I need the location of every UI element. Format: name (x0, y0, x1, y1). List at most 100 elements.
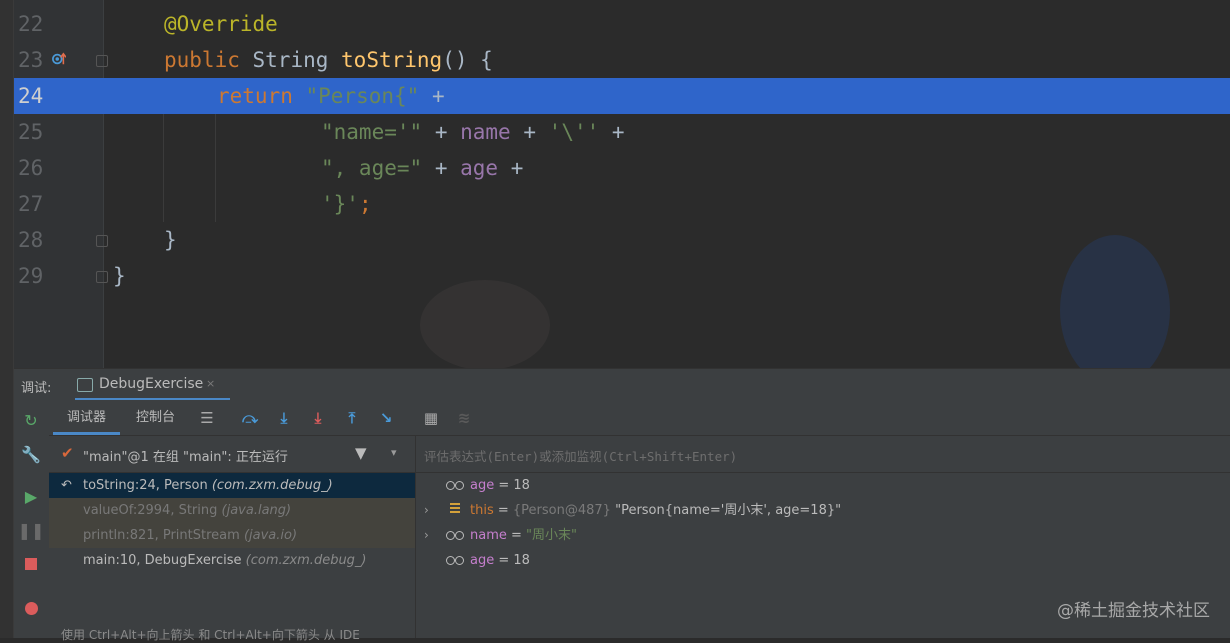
brace-token: } (113, 264, 126, 288)
variable-name: this (470, 503, 494, 518)
char-token: '}' (321, 192, 359, 216)
frames-panel: ✔ "main"@1 在组 "main": 正在运行 ▼ ▾ ↶ toStrin… (49, 436, 416, 642)
layout-menu-icon[interactable]: ☰ (197, 408, 217, 428)
fold-marker[interactable] (96, 271, 108, 283)
code-line-25[interactable]: 25 "name='" + name + '\'' + (0, 114, 1230, 150)
run-to-cursor-icon[interactable]: ↘ (376, 408, 396, 428)
frame-method: valueOf:2994, String (83, 503, 218, 518)
variable-name: age (470, 553, 495, 568)
stack-frame[interactable]: valueOf:2994, String (java.lang) (49, 498, 415, 523)
force-step-into-icon[interactable]: ⤓ (308, 408, 328, 428)
variable-value: 18 (513, 478, 530, 493)
string-token: "Person{" (305, 84, 420, 108)
equals-sign: = (494, 478, 514, 493)
method-name-token: toString (341, 48, 443, 72)
view-breakpoints-icon[interactable] (21, 598, 41, 618)
variable-row[interactable]: age = 18 (416, 473, 1230, 498)
chevron-down-icon[interactable]: ▾ (391, 446, 397, 459)
debug-side-toolbar: ↻ 🔧 ▶ ❚❚ (13, 400, 50, 638)
stack-frame[interactable]: ↶ toString:24, Person (com.zxm.debug_) (49, 473, 415, 498)
brace-token: } (164, 228, 177, 252)
stop-icon[interactable] (21, 554, 41, 574)
left-tool-strip (0, 0, 14, 638)
equals-sign: = (494, 553, 514, 568)
operator-token: + (510, 156, 524, 180)
frame-package: (com.zxm.debug_) (245, 553, 367, 568)
thread-selector[interactable]: ✔ "main"@1 在组 "main": 正在运行 ▼ ▾ (49, 436, 415, 473)
pause-icon[interactable]: ❚❚ (18, 520, 45, 540)
stack-frame[interactable]: println:821, PrintStream (java.io) (49, 523, 415, 548)
frames-hint-text: 使用 Ctrl+Alt+向上箭头 和 Ctrl+Alt+向下箭头 从 IDE (61, 628, 360, 642)
variable-name: name (470, 528, 507, 543)
tab-debugger[interactable]: 调试器 (53, 400, 121, 435)
code-line-23[interactable]: 23 public String toString() { (0, 42, 1230, 78)
frame-method: main:10, DebugExercise (83, 553, 242, 568)
step-into-icon[interactable]: ⤓ (274, 408, 294, 428)
close-icon[interactable]: × (206, 377, 215, 390)
punctuation-token: () { (442, 48, 493, 72)
expand-chevron-icon[interactable]: › (424, 498, 429, 523)
operator-token: + (431, 84, 445, 108)
field-token: name (460, 120, 511, 144)
run-config-icon (77, 378, 93, 392)
code-line-29[interactable]: 29 } (0, 258, 1230, 294)
code-line-22[interactable]: 22 @Override (0, 6, 1230, 42)
settings-wrench-icon[interactable]: 🔧 (21, 444, 41, 464)
watch-glasses-icon (446, 553, 464, 567)
variable-value: "周小末" (526, 528, 578, 543)
filter-icon[interactable]: ▼ (355, 444, 367, 462)
current-frame-icon: ↶ (61, 478, 72, 493)
field-token: age (460, 156, 499, 180)
variable-row[interactable]: › name = "周小末" (416, 523, 1230, 548)
step-over-icon[interactable]: ⤼ (240, 408, 260, 428)
frame-method: println:821, PrintStream (83, 528, 240, 543)
tab-console[interactable]: 控制台 (122, 400, 189, 435)
indent-guide (215, 114, 216, 222)
variable-name: age (470, 478, 495, 493)
type-token: String (252, 48, 329, 72)
line-number: 26 (18, 156, 44, 180)
fold-marker[interactable] (96, 55, 108, 67)
watermark: @稀土掘金技术社区 (1057, 601, 1210, 621)
code-line-26[interactable]: 26 ", age=" + age + (0, 150, 1230, 186)
step-out-icon[interactable]: ⤒ (342, 408, 362, 428)
evaluate-expression-icon[interactable]: ▦ (421, 408, 441, 428)
variable-value: "Person{name='周小末', age=18}" (610, 503, 842, 518)
annotation-token: @Override (164, 12, 278, 36)
debugger-toolbar: 调试器 控制台 ☰ ⤼ ⤓ ⤓ ⤒ ↘ ▦ ≋ (49, 400, 1230, 436)
variable-row[interactable]: age = 18 (416, 548, 1230, 573)
rerun-icon[interactable]: ↻ (21, 410, 41, 430)
line-number: 29 (18, 264, 44, 288)
code-editor[interactable]: 22 @Override 23 public String toString()… (0, 0, 1230, 368)
code-line-27[interactable]: 27 '}'; (0, 186, 1230, 222)
code-line-28[interactable]: 28 } (0, 222, 1230, 258)
line-number: 28 (18, 228, 44, 252)
operator-token: + (611, 120, 625, 144)
check-icon: ✔ (61, 444, 74, 462)
string-token: ", age=" (321, 156, 423, 180)
frame-method: toString:24, Person (83, 478, 208, 493)
variable-row[interactable]: › this = {Person@487} "Person{name='周小末'… (416, 498, 1230, 523)
operator-token: + (434, 156, 448, 180)
expand-chevron-icon[interactable]: › (424, 523, 429, 548)
indent-guide (163, 114, 164, 222)
trace-stream-icon[interactable]: ≋ (454, 408, 474, 428)
watch-glasses-icon (446, 528, 464, 542)
debug-label: 调试: (21, 381, 52, 396)
line-number: 25 (18, 120, 44, 144)
variable-value: 18 (513, 553, 530, 568)
frame-package: (java.lang) (221, 503, 292, 518)
watch-expression-input[interactable]: 评估表达式(Enter)或添加监视(Ctrl+Shift+Enter) (416, 436, 1230, 473)
line-number: 23 (18, 48, 44, 72)
stack-frame[interactable]: main:10, DebugExercise (com.zxm.debug_) (49, 548, 415, 573)
operator-token: + (434, 120, 448, 144)
fold-marker[interactable] (96, 235, 108, 247)
operator-token: + (523, 120, 537, 144)
tab-debug-exercise[interactable]: DebugExercise × (75, 369, 230, 401)
line-number: 24 (18, 84, 44, 108)
frame-package: (com.zxm.debug_) (211, 478, 333, 493)
code-line-24-current[interactable]: 24 return "Person{" + (0, 78, 1230, 114)
resume-icon[interactable]: ▶ (21, 486, 41, 506)
overrides-method-icon[interactable] (52, 52, 66, 66)
char-token: '\'' (548, 120, 600, 144)
